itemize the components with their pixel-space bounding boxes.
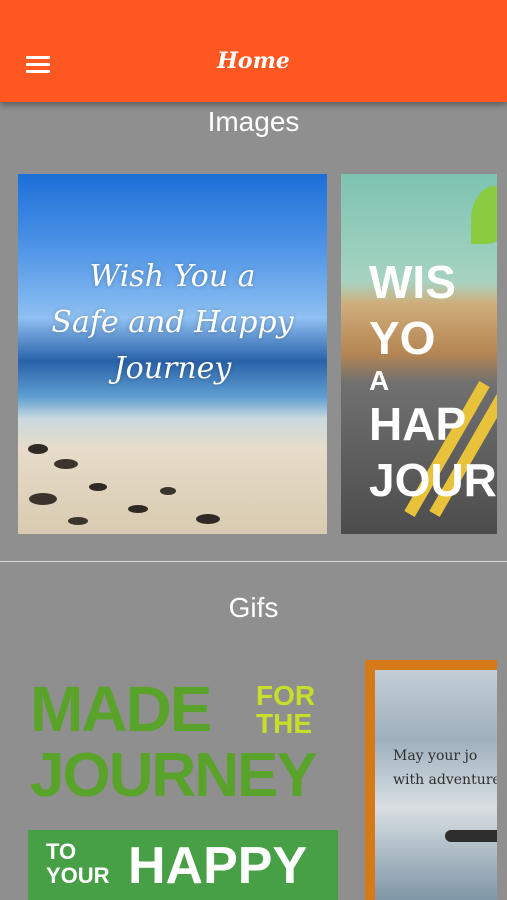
journey-text: JOURNEY bbox=[30, 741, 318, 810]
the-text: THE bbox=[256, 708, 312, 739]
gif-card-sky-frame[interactable]: May your jo with adventure bbox=[365, 660, 497, 900]
top-app-bar: Home bbox=[0, 0, 507, 102]
road-line-5: JOUR bbox=[369, 454, 497, 506]
beach-pebbles bbox=[28, 444, 220, 525]
happy-banner: TO YOUR HAPPY bbox=[28, 830, 338, 900]
for-the-text: FOR THE bbox=[256, 682, 315, 738]
road-line-2: YO bbox=[369, 312, 436, 364]
sky-card-text: May your jo with adventure bbox=[393, 744, 497, 792]
image-card-road[interactable]: WIS YO A HAP JOUR bbox=[341, 174, 497, 534]
road-card-text: WIS YO A HAP JOUR bbox=[369, 254, 497, 508]
beach-line-3: Journey bbox=[113, 351, 232, 386]
for-text: FOR bbox=[256, 680, 316, 711]
road-line-3: A bbox=[369, 365, 390, 396]
gif-card-made-for-journey[interactable]: MADE FOR THE JOURNEY TO YOUR HAPPY bbox=[18, 660, 348, 900]
image-card-beach[interactable]: Wish You a Safe and Happy Journey bbox=[18, 174, 327, 534]
section-divider bbox=[0, 561, 507, 562]
beach-card-text: Wish You a Safe and Happy Journey bbox=[18, 254, 327, 392]
gifs-section-title: Gifs bbox=[228, 592, 279, 623]
your-text: YOUR bbox=[46, 863, 110, 888]
happy-text: HAPPY bbox=[128, 837, 308, 895]
app-title: Home bbox=[217, 48, 290, 74]
leaf-icon bbox=[471, 186, 497, 244]
sky-line-1: May your jo bbox=[393, 748, 478, 764]
to-text: TO bbox=[46, 839, 77, 864]
beach-line-2: Safe and Happy bbox=[51, 305, 294, 340]
images-section-title: Images bbox=[207, 106, 300, 137]
to-your-text: TO YOUR bbox=[46, 840, 110, 888]
beach-line-1: Wish You a bbox=[89, 259, 256, 294]
airplane-icon bbox=[445, 830, 497, 842]
road-line-1: WIS bbox=[369, 256, 456, 308]
sky-picture: May your jo with adventure bbox=[375, 670, 497, 900]
sky-line-2: with adventure bbox=[393, 772, 497, 788]
road-line-4: HAP bbox=[369, 398, 467, 450]
